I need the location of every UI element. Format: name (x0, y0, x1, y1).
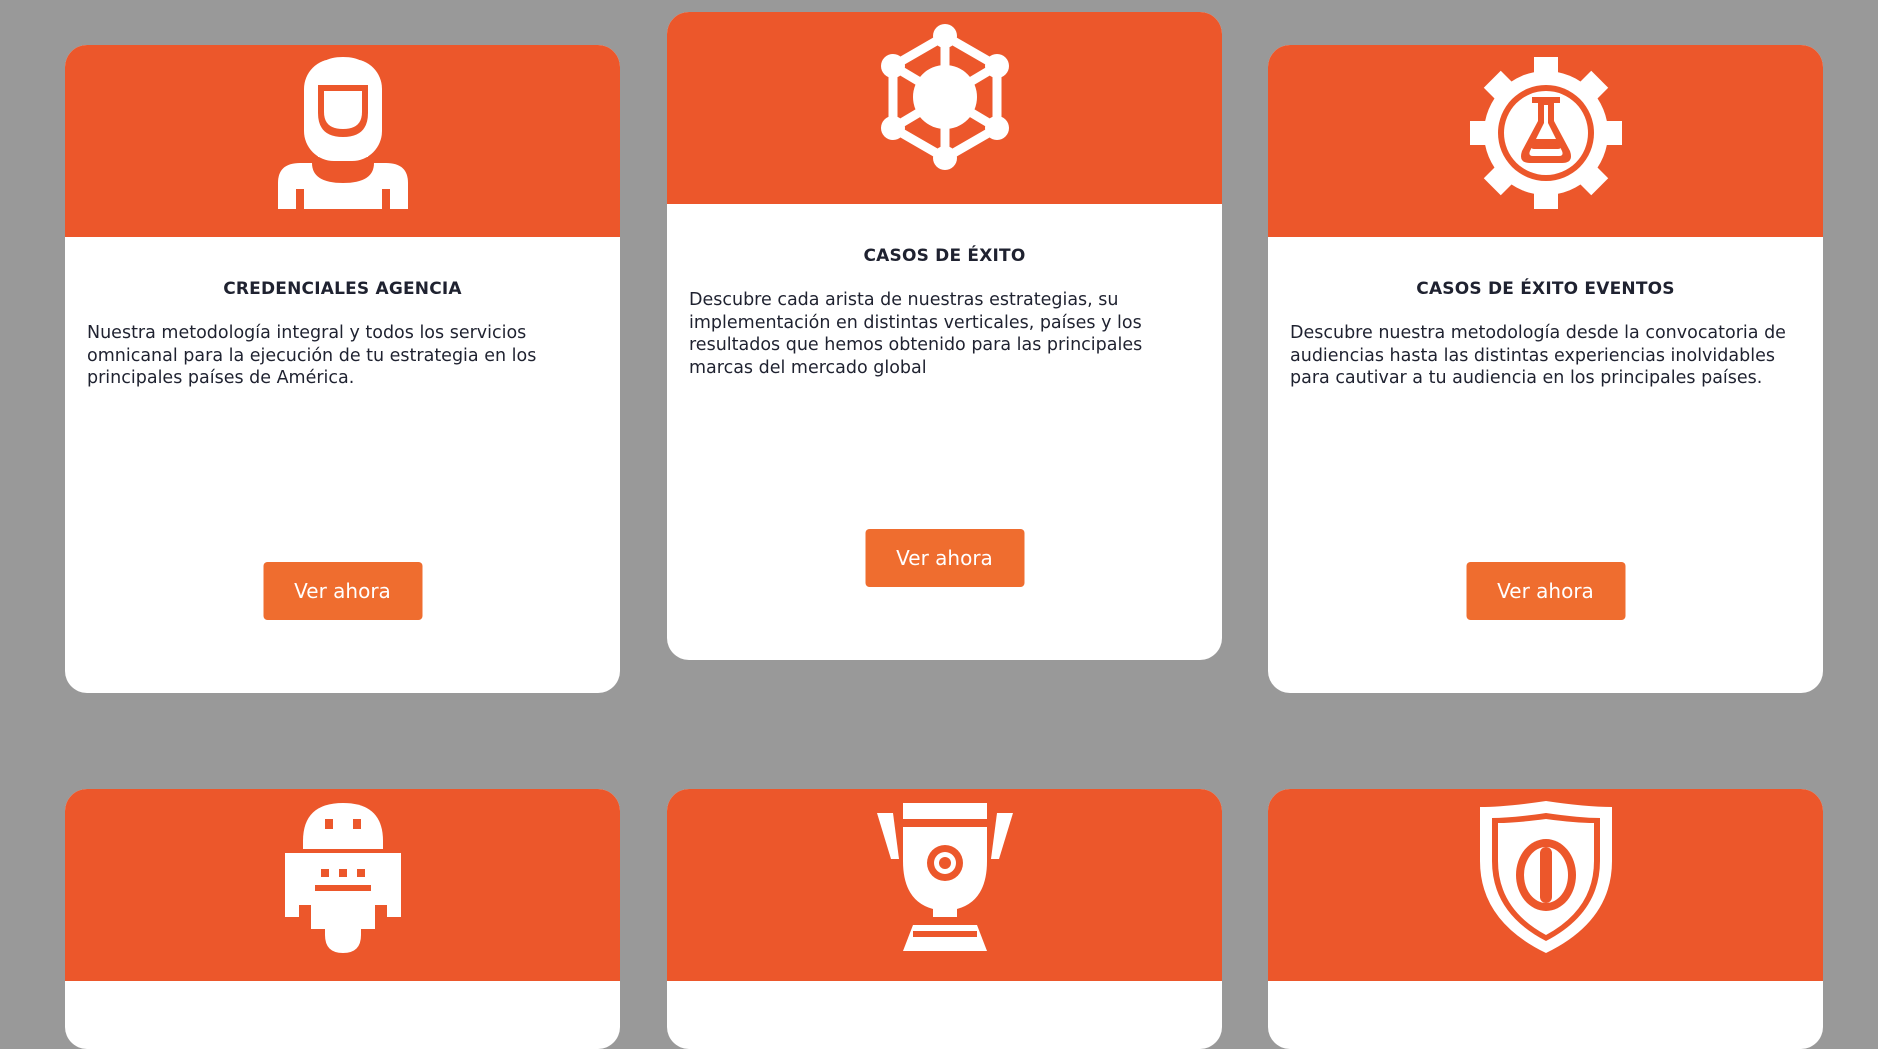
card-title: CREDENCIALES AGENCIA (223, 279, 462, 299)
card-header (1268, 45, 1823, 237)
card-robot (65, 789, 620, 1049)
card-shield (1268, 789, 1823, 1049)
ver-ahora-button[interactable]: Ver ahora (1466, 562, 1625, 620)
card-casos-de-exito: CASOS DE ÉXITO Descubre cada arista de n… (667, 12, 1222, 660)
robot-icon (284, 803, 401, 953)
card-header (1268, 789, 1823, 981)
astronaut-icon (277, 57, 408, 209)
card-trophy (667, 789, 1222, 1049)
card-header (667, 789, 1222, 981)
card-header (65, 45, 620, 237)
card-description: Descubre nuestra metodología desde la co… (1290, 323, 1786, 388)
card-credenciales-agencia: CREDENCIALES AGENCIA Nuestra metodología… (65, 45, 620, 693)
network-molecule-icon (880, 24, 1009, 170)
ver-ahora-button[interactable]: Ver ahora (865, 529, 1024, 587)
shield-icon (1479, 801, 1612, 953)
card-casos-de-exito-eventos: CASOS DE ÉXITO EVENTOS Descubre nuestra … (1268, 45, 1823, 693)
card-description: Nuestra metodología integral y todos los… (87, 323, 537, 388)
card-header (667, 12, 1222, 204)
card-title: CASOS DE ÉXITO EVENTOS (1416, 279, 1675, 299)
card-description: Descubre cada arista de nuestras estrate… (689, 290, 1143, 378)
card-header (65, 789, 620, 981)
gear-flask-icon (1469, 57, 1622, 209)
ver-ahora-button[interactable]: Ver ahora (263, 562, 422, 620)
card-title: CASOS DE ÉXITO (863, 246, 1026, 266)
trophy-icon (876, 803, 1013, 951)
